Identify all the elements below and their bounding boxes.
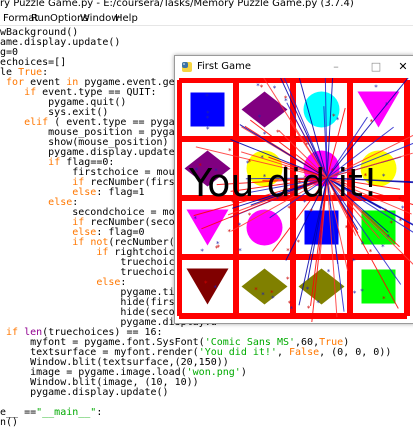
firework-star: * bbox=[382, 173, 386, 181]
firework-star: * bbox=[238, 247, 242, 255]
firework-star: * bbox=[206, 125, 210, 133]
code-token: False bbox=[289, 347, 320, 358]
firework-star: * bbox=[276, 128, 280, 136]
firework-star: * bbox=[287, 204, 291, 212]
firework-star: * bbox=[228, 147, 232, 155]
firework-star: * bbox=[273, 84, 277, 92]
firework-star: * bbox=[227, 228, 231, 236]
code-line[interactable]: n() bbox=[0, 417, 18, 428]
firework-star: * bbox=[306, 285, 310, 293]
magenta-circle-tile bbox=[246, 209, 283, 246]
editor-menu-bar: Format Run Options Window Help bbox=[0, 11, 413, 26]
firework-star: * bbox=[254, 286, 258, 294]
firework-star: * bbox=[370, 118, 374, 126]
firework-star: * bbox=[200, 248, 204, 256]
firework-star: * bbox=[398, 195, 402, 203]
firework-star: * bbox=[263, 130, 267, 138]
menu-window[interactable]: Window bbox=[80, 13, 119, 24]
firework-star: * bbox=[399, 217, 403, 225]
firework-star: * bbox=[327, 268, 331, 276]
editor-title: ry Puzzle Game.py - E:/coursera/Tasks/Me… bbox=[0, 0, 354, 9]
purple-diamond-tile bbox=[241, 91, 288, 128]
menu-help[interactable]: Help bbox=[115, 13, 138, 24]
green-square-tile bbox=[361, 269, 396, 304]
maroon-triangle-tile bbox=[186, 268, 229, 305]
code-token: : flag=1 bbox=[96, 187, 145, 198]
olive-diamond-tile bbox=[241, 268, 288, 305]
code-token: , bbox=[276, 347, 290, 358]
firework-star: * bbox=[361, 240, 365, 248]
firework-star: * bbox=[305, 141, 309, 149]
grid-line-horizontal bbox=[179, 254, 407, 260]
firework-star: * bbox=[205, 93, 209, 101]
grid-line-vertical bbox=[404, 80, 410, 316]
python-icon bbox=[182, 62, 192, 72]
code-token: pygame.display.update() bbox=[0, 387, 169, 398]
firework-star: * bbox=[260, 83, 264, 91]
firework-star: * bbox=[206, 110, 210, 118]
firework-star: * bbox=[238, 221, 242, 229]
firework-star: * bbox=[204, 280, 208, 288]
code-token: ame.display.update() bbox=[0, 37, 121, 48]
firework-star: * bbox=[381, 243, 385, 251]
code-token: , (0, 0, 0)) bbox=[319, 347, 392, 358]
firework-star: * bbox=[386, 233, 390, 241]
game-canvas[interactable]: * * * * * * * * * * * * * * * * * * * * * * * * * * * * * * * * * * * * * * * *… bbox=[177, 78, 413, 322]
close-button[interactable]: ✕ bbox=[392, 59, 413, 75]
pygame-window-title: First Game bbox=[197, 61, 251, 72]
firework-star: * bbox=[352, 257, 356, 265]
firework-star: * bbox=[309, 207, 313, 215]
firework-star: * bbox=[284, 97, 288, 105]
firework-star: * bbox=[382, 295, 386, 303]
firework-star: * bbox=[294, 135, 298, 143]
minimize-button[interactable]: – bbox=[325, 59, 347, 75]
firework-star: * bbox=[401, 205, 405, 213]
firework-star: * bbox=[216, 240, 220, 248]
firework-star: * bbox=[360, 287, 364, 295]
firework-star: * bbox=[307, 305, 311, 313]
firework-star: * bbox=[261, 291, 265, 299]
maximize-button[interactable]: □ bbox=[365, 59, 387, 75]
cyan-circle-tile bbox=[303, 91, 340, 128]
firework-star: * bbox=[336, 116, 340, 124]
firework-star: * bbox=[369, 248, 373, 256]
code-token: n() bbox=[0, 417, 19, 428]
firework-star: * bbox=[290, 305, 294, 313]
firework-star: * bbox=[193, 215, 197, 223]
firework-star: * bbox=[374, 84, 378, 92]
editor-title-bar: ry Puzzle Game.py - E:/coursera/Tasks/Me… bbox=[0, 0, 413, 10]
firework-star: * bbox=[353, 290, 357, 298]
code-token: ) bbox=[240, 367, 247, 378]
firework-star: * bbox=[385, 101, 389, 109]
code-line[interactable]: ame.display.update() bbox=[0, 37, 120, 48]
grid-line-horizontal bbox=[179, 313, 407, 319]
firework-star: * bbox=[286, 247, 290, 255]
pygame-title-bar[interactable]: First Game – □ ✕ bbox=[175, 56, 413, 78]
pygame-window[interactable]: First Game – □ ✕ * * * * * * * * * * * * * * * * * * * * * * *… bbox=[174, 55, 413, 324]
firework-star: * bbox=[286, 276, 290, 284]
firework-star: * bbox=[213, 284, 217, 292]
firework-star: * bbox=[316, 299, 320, 307]
firework-star: * bbox=[345, 224, 349, 232]
firework-star: * bbox=[296, 239, 300, 247]
menu-run[interactable]: Run bbox=[31, 13, 50, 24]
game-board[interactable]: * * * * * * * * * * * * * * * * * * * * * * * * * * * * * * * * * * * * * * * *… bbox=[177, 78, 413, 322]
code-line[interactable]: pygame.display.update() bbox=[0, 387, 169, 398]
firework-star: * bbox=[384, 208, 388, 216]
win-message: You did it! bbox=[188, 161, 378, 205]
firework-star: * bbox=[248, 212, 252, 220]
firework-star: * bbox=[258, 114, 262, 122]
firework-star: * bbox=[270, 289, 274, 297]
firework-star: * bbox=[389, 219, 393, 227]
